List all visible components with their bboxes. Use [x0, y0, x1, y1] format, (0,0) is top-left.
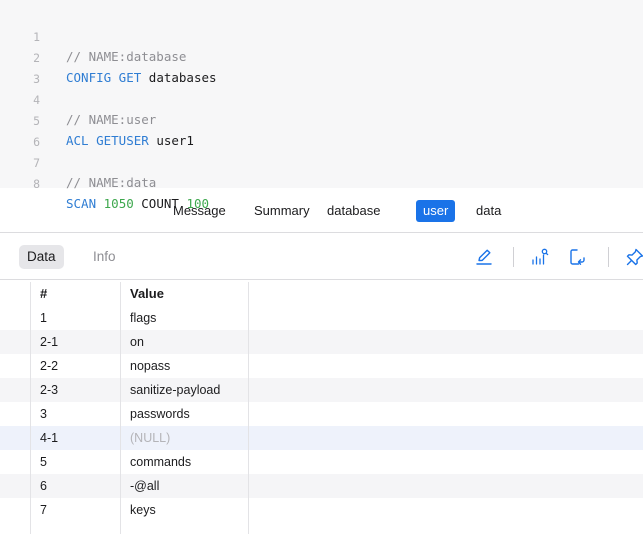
row-value: on	[130, 335, 144, 349]
row-index: 6	[40, 479, 47, 493]
editor-line: 4 // NAME:user	[0, 70, 643, 127]
result-toolbar: Data Info	[0, 239, 643, 275]
chart-icon[interactable]	[530, 247, 550, 267]
row-index: 2-3	[40, 383, 59, 397]
row-index: 2-2	[40, 359, 59, 373]
row-index: 7	[40, 503, 47, 517]
editor-line: 2 CONFIG GET databases	[0, 28, 643, 85]
toolbar-separator	[513, 247, 514, 267]
row-index: 2-1	[40, 335, 59, 349]
row-value: commands	[130, 455, 192, 469]
row-value-null: (NULL)	[130, 431, 171, 445]
table-row[interactable]: 2-2 nopass	[0, 354, 643, 378]
editor-line: 8 SCAN 1050 COUNT 100	[0, 154, 643, 211]
table-row[interactable]: 5 commands	[0, 450, 643, 474]
pin-icon[interactable]	[625, 247, 643, 267]
row-index: 5	[40, 455, 47, 469]
editor-line: 3	[0, 49, 643, 86]
column-header-value[interactable]: Value	[130, 282, 164, 306]
column-separator	[30, 282, 31, 534]
toolbar-separator	[608, 247, 609, 267]
table-row[interactable]: 3 passwords	[0, 402, 643, 426]
table-row[interactable]: 2-1 on	[0, 330, 643, 354]
table-row[interactable]: 7 keys	[0, 498, 643, 522]
result-tab-user[interactable]: user	[416, 200, 456, 222]
column-separator[interactable]	[248, 282, 249, 534]
column-header-index[interactable]: #	[40, 282, 47, 306]
row-value: sanitize-payload	[130, 383, 221, 397]
row-index: 1	[40, 311, 47, 325]
result-tab-message[interactable]: Message	[166, 200, 233, 222]
result-tab-database[interactable]: database	[320, 200, 388, 222]
edit-icon[interactable]	[474, 247, 494, 267]
panel-divider	[0, 232, 643, 233]
table-row-selected[interactable]: 4-1 (NULL)	[0, 426, 643, 450]
row-index: 3	[40, 407, 47, 421]
editor-line: 1 // NAME:database	[0, 7, 643, 64]
result-table: # Value 1 flags 2-1 on 2-2 nopass 2-3 sa…	[0, 282, 643, 534]
code-text: // NAME:data	[66, 175, 157, 190]
column-separator[interactable]	[120, 282, 121, 534]
table-header: # Value	[0, 282, 643, 306]
line-number: 8	[33, 177, 40, 191]
result-tab-summary[interactable]: Summary	[247, 200, 317, 222]
row-value: passwords	[130, 407, 190, 421]
table-row[interactable]: 1 flags	[0, 306, 643, 330]
toolbar-divider	[0, 279, 643, 280]
row-value: -@all	[130, 479, 160, 493]
tab-info[interactable]: Info	[85, 245, 124, 269]
editor-line: 6	[0, 112, 643, 149]
editor-line: 5 ACL GETUSER user1	[0, 91, 643, 148]
editor-line: 7 // NAME:data	[0, 133, 643, 190]
result-tabs: Message Summary database user data	[0, 196, 643, 226]
table-row[interactable]: 6 -@all	[0, 474, 643, 498]
tab-data[interactable]: Data	[19, 245, 64, 269]
table-row[interactable]: 2-3 sanitize-payload	[0, 378, 643, 402]
query-editor[interactable]: 1 // NAME:database 2 CONFIG GET database…	[0, 0, 643, 211]
row-index: 4-1	[40, 431, 59, 445]
row-value: flags	[130, 311, 157, 325]
export-icon[interactable]	[568, 247, 588, 267]
result-tab-data[interactable]: data	[469, 200, 508, 222]
row-value: keys	[130, 503, 156, 517]
row-value: nopass	[130, 359, 171, 373]
